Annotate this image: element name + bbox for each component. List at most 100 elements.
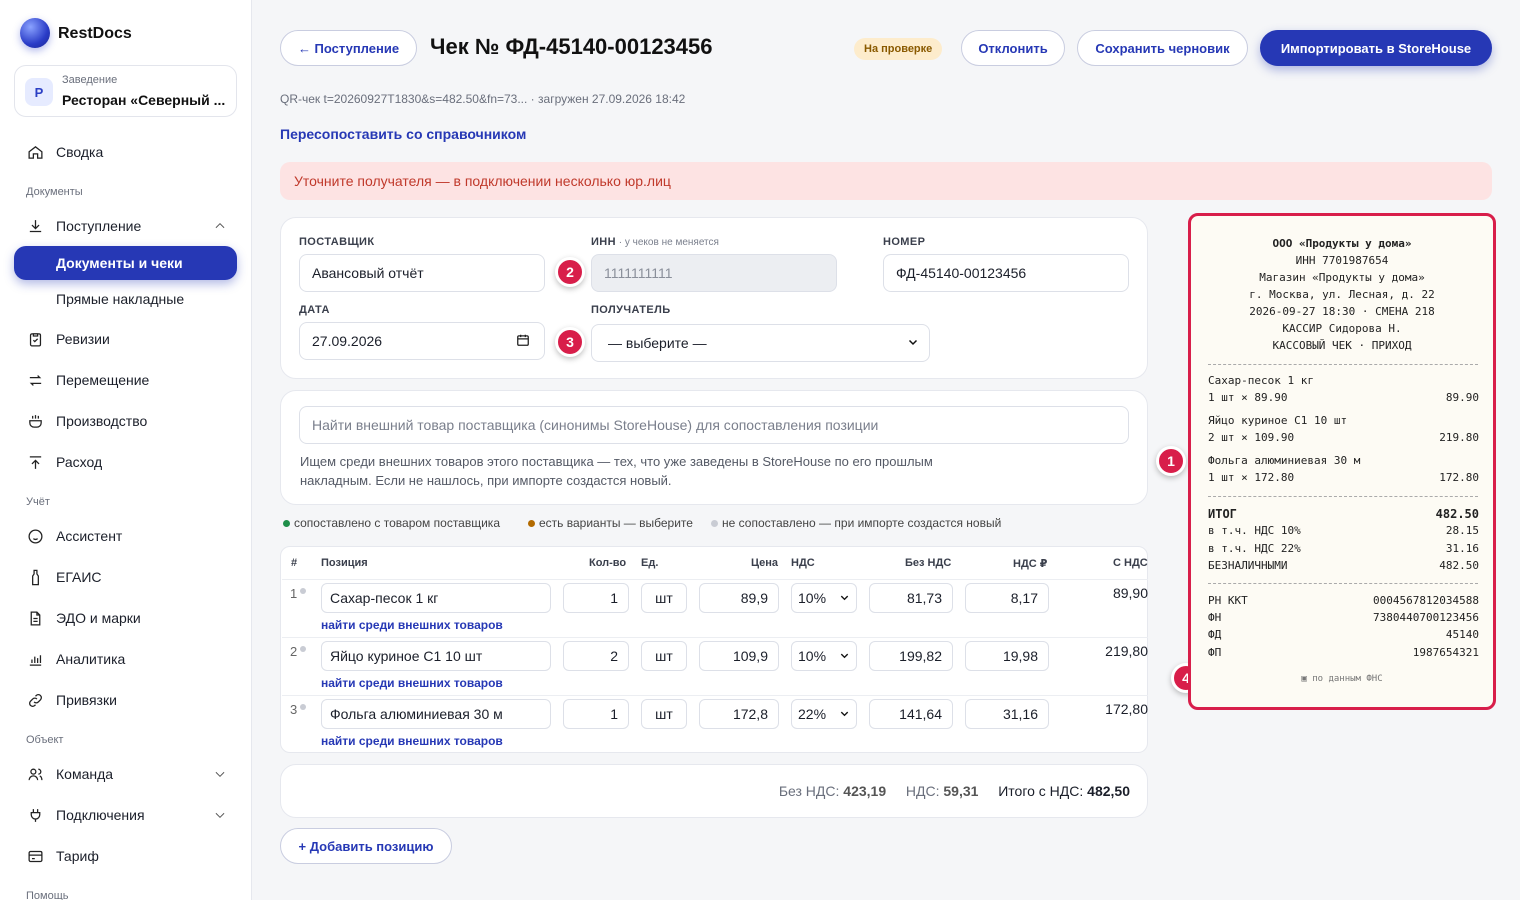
vat-select[interactable]: 10% [791,641,857,671]
remap-link[interactable]: Пересопоставить со справочником [280,126,526,142]
back-button[interactable]: ← Поступление [280,30,417,66]
chevron-down-icon [213,767,227,781]
sidebar-item-edo[interactable]: ЭДО и марки [14,601,237,635]
sidebar-item-incoming[interactable]: Поступление [14,209,237,243]
position-name-input[interactable]: Фольга алюминиевая 30 м [321,699,551,729]
external-goods-search-input[interactable]: Найти внешний товар поставщика (синонимы… [299,406,1129,444]
vat-sum-input[interactable]: 31,16 [965,699,1049,729]
unit-input[interactable]: шт [641,699,687,729]
receipt-divider [1208,496,1478,497]
clipboard-icon [26,330,44,348]
receipt-item-calc: 1 шт × 89.90 [1208,391,1288,404]
section-label-accounting: Учёт [26,496,50,508]
sidebar-item-label: Прямые накладные [56,291,185,307]
sidebar-item-revisions[interactable]: Ревизии [14,322,237,356]
vat-sum-input[interactable]: 19,98 [965,641,1049,671]
receipt-total: 482.50 [1435,507,1479,521]
venue-avatar: Р [25,78,53,106]
download-icon [26,217,44,235]
sidebar-item-expense[interactable]: Расход [14,445,237,479]
sidebar-item-egais[interactable]: ЕГАИС [14,560,237,594]
sidebar-item-docs-checks[interactable]: Документы и чеки [14,246,237,280]
legend-variants: есть варианты — выберите [528,516,693,530]
legend-variants-text: есть варианты — выберите [539,516,693,530]
document-icon [26,609,44,627]
find-external-goods-link[interactable]: найти среди внешних товаров [321,734,503,748]
pot-icon [26,412,44,430]
position-name-input[interactable]: Сахар-песок 1 кг [321,583,551,613]
match-status-dot [300,588,306,594]
receipt-vat10-label: в т.ч. НДС 10% [1208,524,1301,537]
calendar-icon[interactable] [516,333,530,350]
chevron-down-icon [839,648,850,664]
sidebar-item-analytics[interactable]: Аналитика [14,642,237,676]
sidebar-item-summary[interactable]: Сводка [14,135,237,169]
unit-input[interactable]: шт [641,641,687,671]
sidebar-item-direct-invoices[interactable]: Прямые накладные [14,282,237,316]
legend-unmatched: не сопоставлено — при импорте создастся … [711,516,1001,530]
annotation-marker-1: 1 [1156,446,1186,476]
qty-input[interactable]: 2 [563,641,629,671]
qty-input[interactable]: 1 [563,583,629,613]
recipient-select[interactable]: — выберите — [591,324,930,362]
number-field[interactable]: ФД-45140-00123456 [883,254,1129,292]
sidebar-item-transfer[interactable]: Перемещение [14,363,237,397]
reject-button[interactable]: Отклонить [961,30,1065,66]
col-header-unit: Ед. [641,557,659,569]
import-button[interactable]: Импортировать в StoreHouse [1260,30,1492,66]
section-label-docs: Документы [26,186,83,198]
legend-dot-unmatched [711,519,718,527]
sidebar-item-label: ЕГАИС [56,569,102,585]
plug-icon [26,806,44,824]
legend-unmatched-text: не сопоставлено — при импорте создастся … [722,516,1002,530]
receipt-total-label: ИТОГ [1208,507,1237,521]
find-external-goods-link[interactable]: найти среди внешних товаров [321,676,503,690]
supplier-field[interactable]: Авансовый отчёт [299,254,545,292]
home-icon [26,143,44,161]
find-external-goods-link[interactable]: найти среди внешних товаров [321,618,503,632]
section-label-object: Объект [26,734,64,746]
users-icon [26,765,44,783]
sidebar-item-team[interactable]: Команда [14,757,237,791]
price-input[interactable]: 109,9 [699,641,779,671]
receipt-shop: Магазин «Продукты у дома» [1259,271,1425,284]
sidebar-item-production[interactable]: Производство [14,404,237,438]
net-input[interactable]: 199,82 [869,641,953,671]
sidebar-item-assistant[interactable]: Ассистент [14,519,237,553]
vat-sum-input[interactable]: 8,17 [965,583,1049,613]
sidebar-item-label: Аналитика [56,651,126,667]
sidebar-item-bindings[interactable]: Привязки [14,683,237,717]
receipt-preview: ООО «Продукты у дома» ИНН 7701987654 Маг… [1188,213,1496,710]
sidebar-item-label: Ассистент [56,528,123,544]
alert-banner: Уточните получателя — в подключении неск… [280,162,1492,200]
section-label-help: Помощь [26,890,69,900]
save-draft-button[interactable]: Сохранить черновик [1077,30,1248,66]
row-number: 1 [290,586,298,601]
qty-input[interactable]: 1 [563,699,629,729]
page-title: Чек № ФД-45140-00123456 [430,34,713,59]
receipt-fd-label: ФД [1208,628,1222,641]
sidebar-item-connections[interactable]: Подключения [14,798,237,832]
add-position-button[interactable]: + Добавить позицию [280,828,452,864]
price-input[interactable]: 89,9 [699,583,779,613]
credit-card-icon [26,847,44,865]
bar-chart-icon [26,650,44,668]
legend-matched: сопоставлено с товаром поставщика [283,516,500,530]
vat-select[interactable]: 10% [791,583,857,613]
venue-name: Ресторан «Северный ... [62,92,226,108]
receipt-fp: 1987654321 [1412,646,1479,659]
receipt-divider [1208,364,1478,365]
date-field[interactable]: 27.09.2026 [299,322,545,360]
receipt-item-calc: 1 шт × 172.80 [1208,471,1295,484]
col-header-position: Позиция [321,557,368,569]
net-input[interactable]: 81,73 [869,583,953,613]
position-name-input[interactable]: Яйцо куриное С1 10 шт [321,641,551,671]
vat-select[interactable]: 22% [791,699,857,729]
unit-input[interactable]: шт [641,583,687,613]
inn-label-text: ИНН [591,236,616,248]
price-input[interactable]: 172,8 [699,699,779,729]
sidebar-item-tariff[interactable]: Тариф [14,839,237,873]
venue-selector[interactable]: Р Заведение Ресторан «Северный ... [14,65,237,117]
net-input[interactable]: 141,64 [869,699,953,729]
receipt-item-calc: 2 шт × 109.90 [1208,431,1295,444]
